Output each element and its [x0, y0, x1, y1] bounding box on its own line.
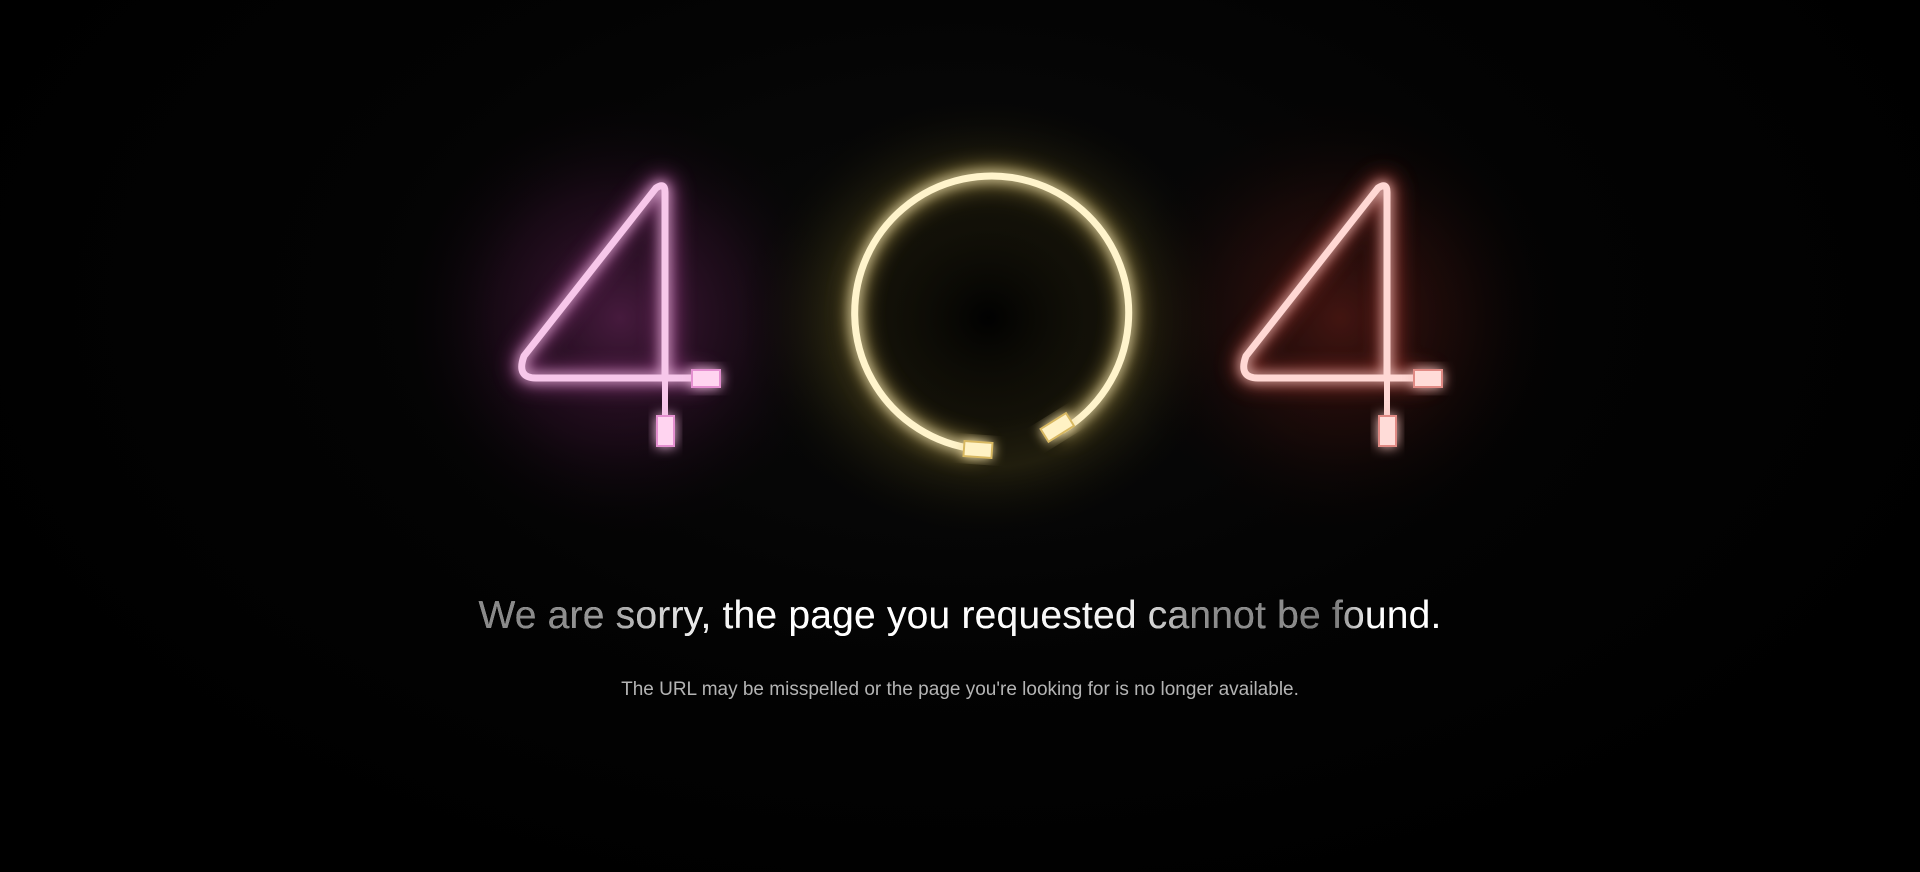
- error-headline-text: We are sorry, the page you requested can…: [470, 594, 1450, 638]
- neon-sign-svg: [390, 88, 1570, 548]
- neon-404-sign: [0, 0, 1920, 560]
- error-page: We are sorry, the page you requested can…: [0, 0, 1920, 872]
- error-headline: We are sorry, the page you requested can…: [0, 594, 1920, 638]
- error-message: The URL may be misspelled or the page yo…: [621, 679, 1299, 700]
